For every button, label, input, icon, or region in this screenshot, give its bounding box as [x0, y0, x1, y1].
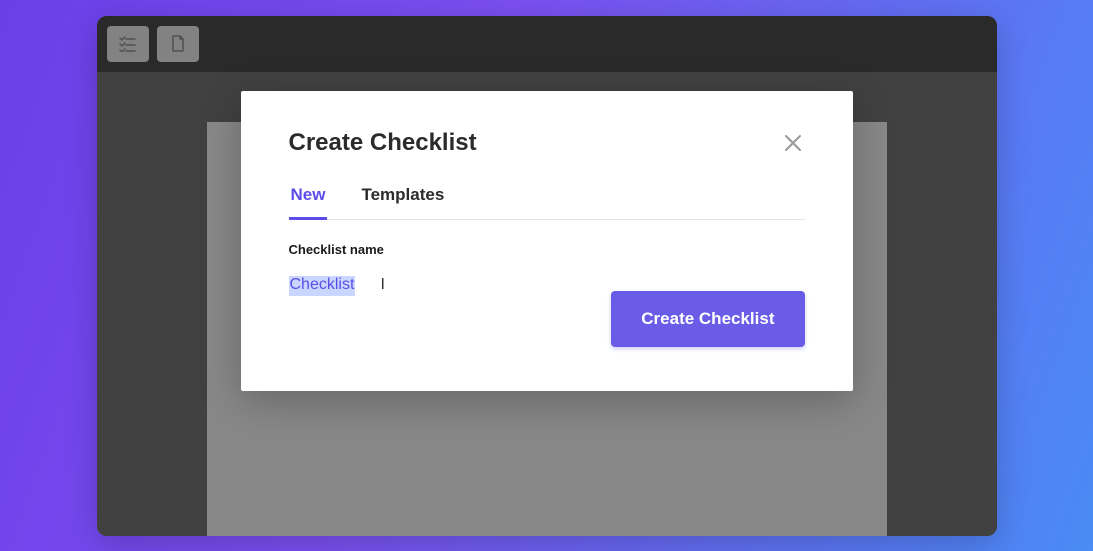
- create-checklist-modal: Create Checklist New Templates Checklist…: [241, 91, 853, 391]
- selection-highlight: Checklist: [289, 276, 356, 296]
- close-icon: [784, 134, 802, 152]
- close-button[interactable]: [781, 131, 805, 155]
- app-window: Create Checklist New Templates Checklist…: [97, 16, 997, 536]
- tab-templates[interactable]: Templates: [359, 185, 446, 220]
- modal-header: Create Checklist: [289, 129, 805, 157]
- modal-actions: Create Checklist: [289, 291, 805, 347]
- tabs: New Templates: [289, 185, 805, 220]
- checklist-name-value: Checklist: [290, 276, 355, 293]
- create-checklist-button[interactable]: Create Checklist: [611, 291, 804, 347]
- tab-new[interactable]: New: [289, 185, 328, 220]
- modal-title: Create Checklist: [289, 129, 477, 157]
- checklist-name-label: Checklist name: [289, 242, 805, 257]
- text-cursor-icon: I: [381, 276, 382, 294]
